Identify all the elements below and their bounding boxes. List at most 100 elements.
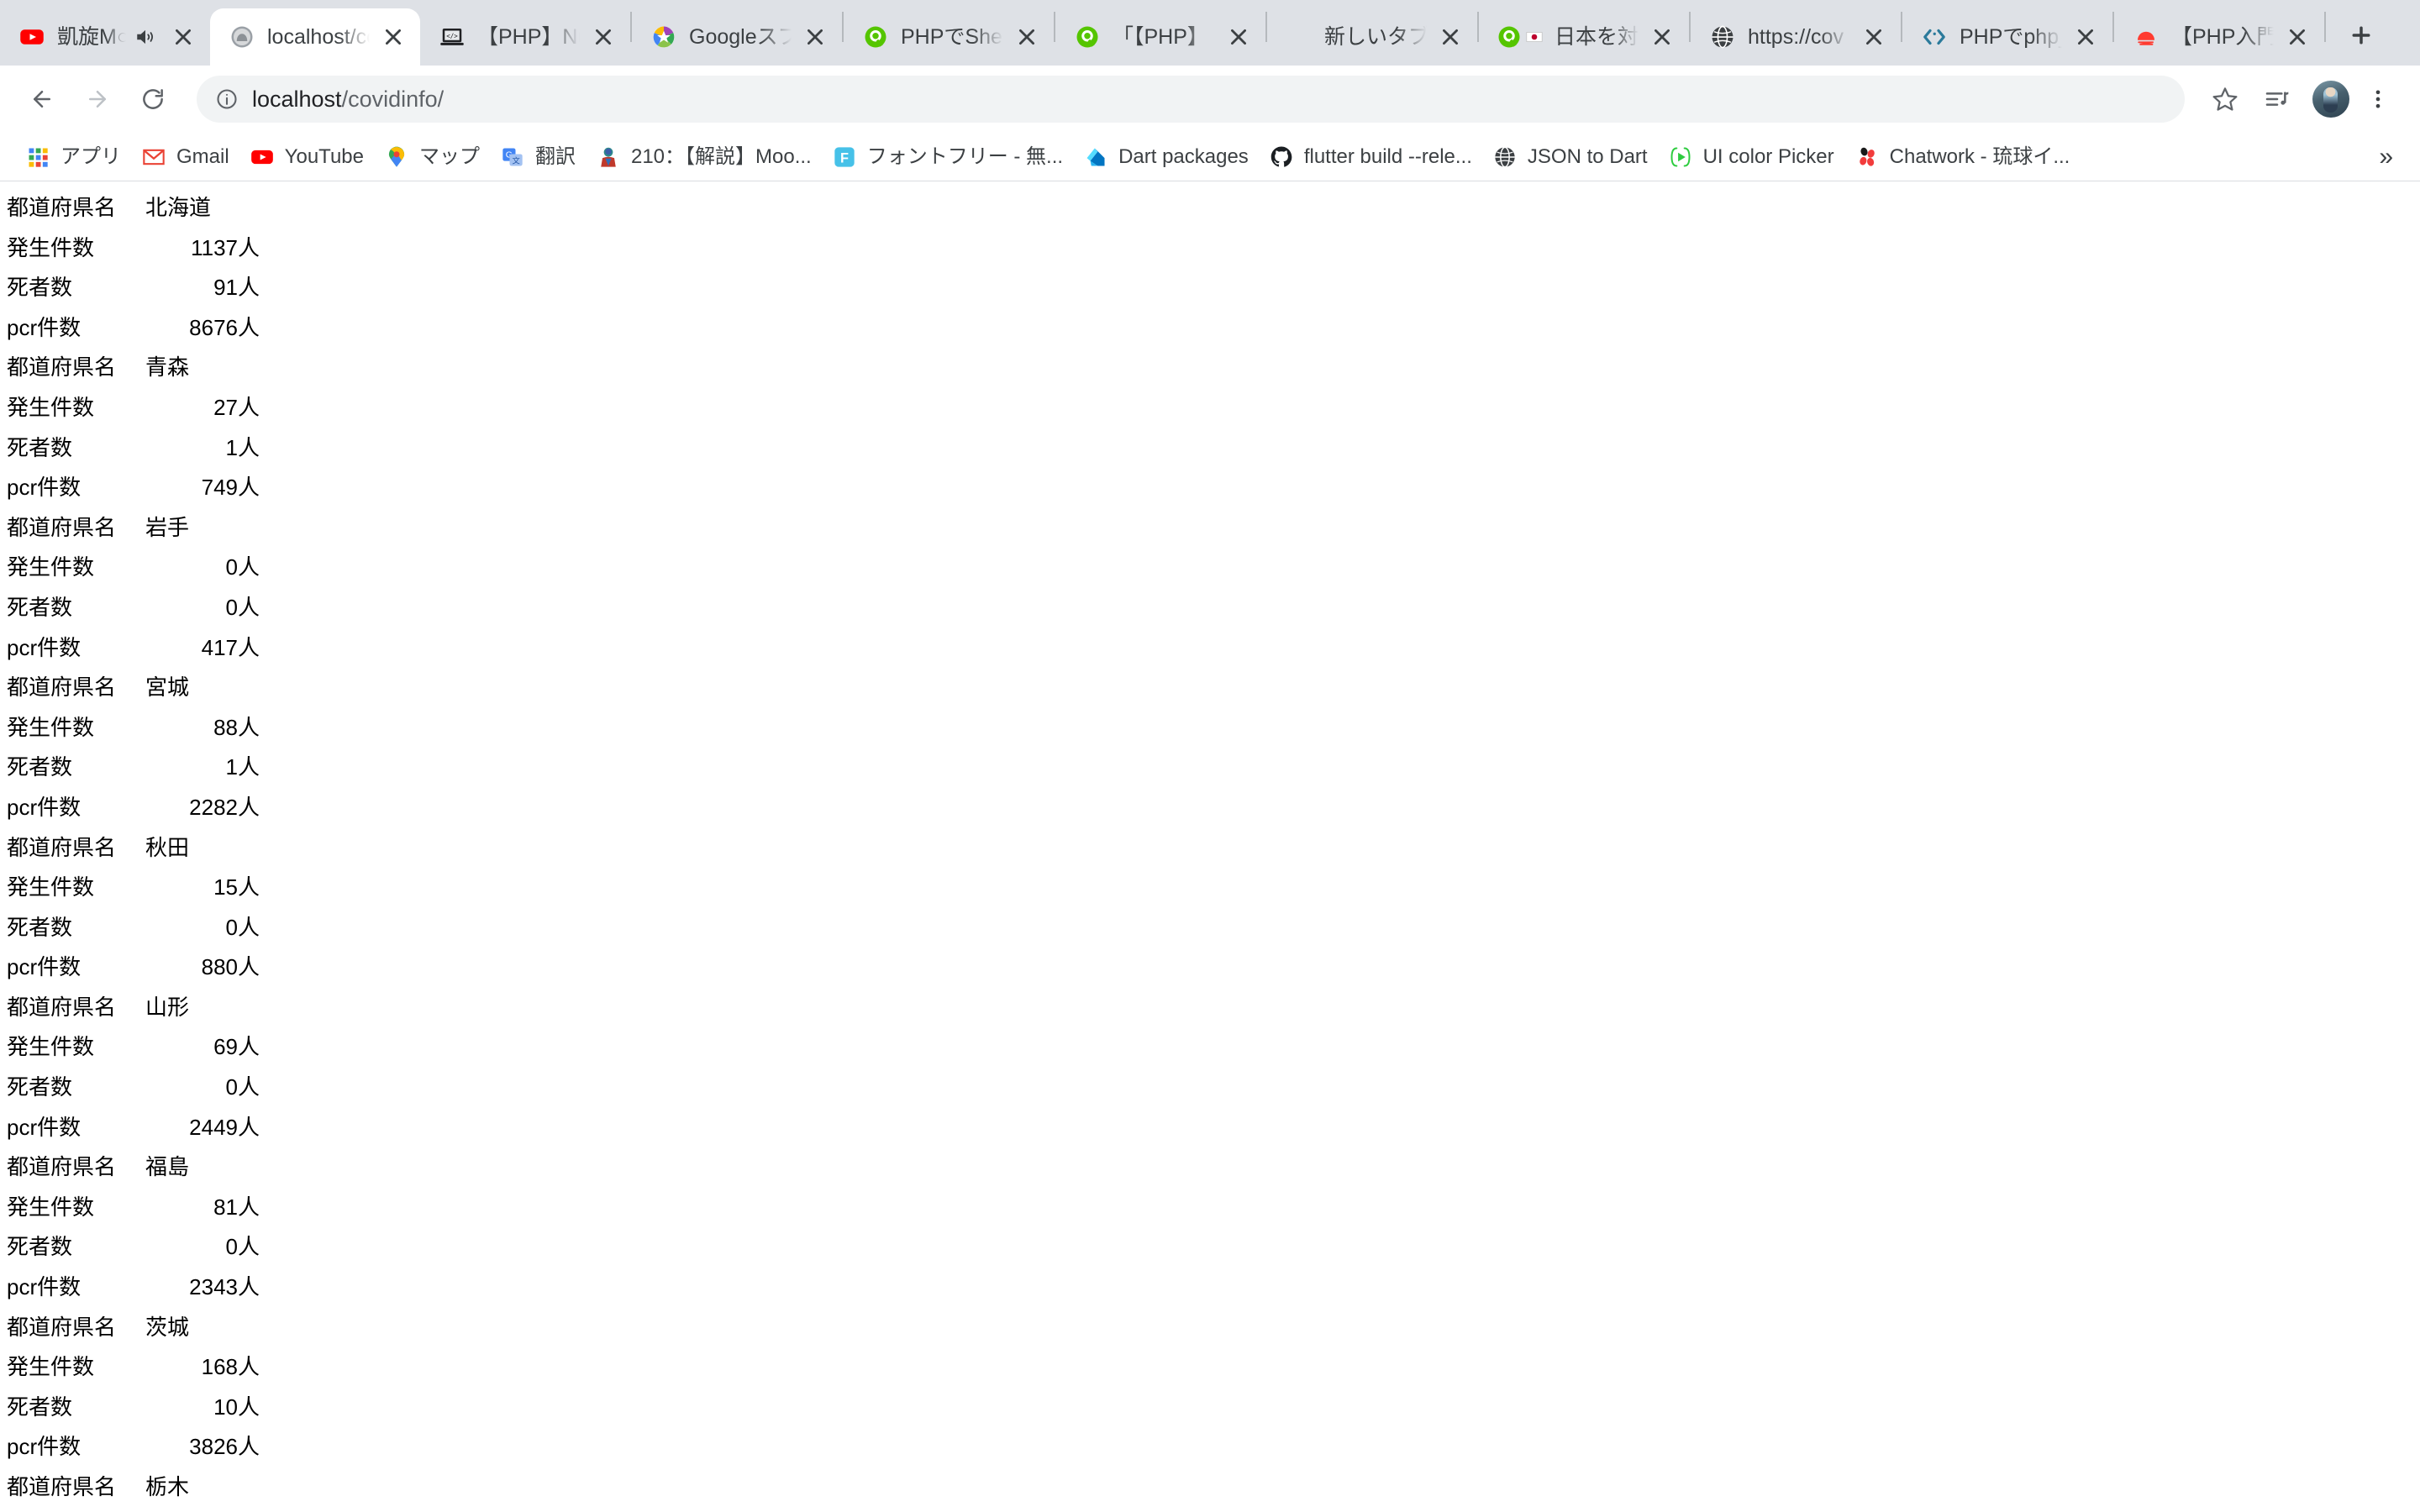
tab-close-icon[interactable] <box>378 22 408 52</box>
browser-window: 凱旋M○ localhost/covidinfo/ </> 【PHP】Nu Google… <box>0 0 2420 1512</box>
new-tab-button[interactable] <box>2338 12 2385 59</box>
browser-tab[interactable]: 新しいタブ <box>1267 8 1477 66</box>
browser-tab[interactable]: PHPでShel <box>844 8 1054 66</box>
info-row-label: 都道府県名 <box>7 1314 117 1340</box>
tab-close-icon[interactable] <box>588 22 618 52</box>
info-row-value: 2282 <box>189 794 238 820</box>
profile-avatar[interactable] <box>2312 81 2349 118</box>
info-row-prefecture: 都道府県名 栃木 <box>7 1467 2420 1508</box>
bookmark-item[interactable]: 210：【解説】Moo... <box>586 139 822 175</box>
bookmark-favicon: G文 <box>500 144 525 170</box>
bookmark-item[interactable]: アプリ <box>15 139 131 175</box>
info-row-label: pcr件数 <box>7 1114 82 1140</box>
browser-tab[interactable]: PHPでphp_ <box>1902 8 2112 66</box>
info-row-value: 88 <box>213 714 238 740</box>
covid-info-list: 都道府県名 北海道 発生件数 1137人 死者数 91人 pcr件数 8676人 都道府県名 青森… <box>0 181 2420 1508</box>
tab-favicon <box>229 24 255 50</box>
tab-favicon <box>2133 24 2160 50</box>
world-globe-icon <box>1493 145 1517 169</box>
info-row-value: 山形 <box>145 994 190 1020</box>
bookmark-star-icon[interactable] <box>2202 76 2249 123</box>
tab-close-icon[interactable] <box>1223 22 1254 52</box>
reload-button[interactable] <box>129 76 176 123</box>
tab-close-icon[interactable] <box>2282 22 2312 52</box>
tab-close-icon[interactable] <box>1435 22 1465 52</box>
address-bar[interactable]: localhost/covidinfo/ <box>197 76 2185 123</box>
bookmark-favicon <box>596 144 621 170</box>
tab-close-icon[interactable] <box>2070 22 2101 52</box>
info-row-label: 発生件数 <box>7 1194 95 1220</box>
info-row-value: 2343 <box>189 1274 238 1300</box>
toolbar-right-controls <box>2196 76 2402 123</box>
info-row-label: 都道府県名 <box>7 514 117 540</box>
info-row-cases: 発生件数 27人 <box>7 388 2420 428</box>
info-row-unit: 人 <box>238 1074 260 1100</box>
browser-tab[interactable]: 【PHP入門 <box>2114 8 2324 66</box>
bookmark-item[interactable]: UI color Picker <box>1658 139 1844 175</box>
media-control-icon[interactable] <box>2254 76 2301 123</box>
info-row-unit: 人 <box>238 794 260 820</box>
tab-title: 新しいタブ <box>1324 25 1427 49</box>
tab-favicon <box>1074 24 1101 50</box>
forward-button[interactable] <box>74 76 121 123</box>
bookmark-item[interactable]: flutter build --rele... <box>1259 139 1482 175</box>
bookmark-label: JSON to Dart <box>1527 144 1648 168</box>
info-row-cases: 発生件数 1137人 <box>7 228 2420 269</box>
red-sunrise-icon <box>2133 24 2159 50</box>
bookmark-favicon <box>1668 144 1693 170</box>
info-row-deaths: 死者数 0人 <box>7 1227 2420 1268</box>
info-row-unit: 人 <box>238 475 260 501</box>
info-row-prefecture: 都道府県名 福島 <box>7 1147 2420 1188</box>
bookmark-favicon <box>1083 144 1108 170</box>
bookmark-item[interactable]: Gmail <box>131 139 239 175</box>
info-row-prefecture: 都道府県名 秋田 <box>7 828 2420 869</box>
page-viewport: 都道府県名 北海道 発生件数 1137人 死者数 91人 pcr件数 8676人 都道府県名 青森… <box>0 181 2420 1512</box>
back-button[interactable] <box>18 76 66 123</box>
bookmark-item[interactable]: マップ <box>374 139 490 175</box>
info-row-pcr: pcr件数 749人 <box>7 468 2420 508</box>
bookmark-item[interactable]: Chatwork - 琉球イ... <box>1844 139 2081 175</box>
bookmark-item[interactable]: YouTube <box>239 139 374 175</box>
browser-tab[interactable]: 日本を対 <box>1479 8 1689 66</box>
bookmark-item[interactable]: JSON to Dart <box>1482 139 1658 175</box>
chrome-menu-icon[interactable] <box>2354 76 2402 123</box>
tab-audio-icon[interactable] <box>131 23 160 51</box>
tab-title: 「【PHP】 <box>1113 25 1208 49</box>
info-row-unit: 人 <box>238 714 260 740</box>
tab-active[interactable]: localhost/covidinfo/ <box>210 8 420 66</box>
info-row-value: 3826 <box>189 1434 238 1460</box>
bookmarks-overflow-button[interactable]: » <box>2367 143 2405 171</box>
tab-title: 【PHP】Nu <box>477 25 580 49</box>
bookmark-label: 翻訳 <box>534 144 576 168</box>
browser-tab[interactable]: </> 【PHP】Nu <box>420 8 630 66</box>
url-text[interactable]: localhost/covidinfo/ <box>252 84 444 114</box>
info-row-label: 発生件数 <box>7 554 95 580</box>
site-info-icon[interactable] <box>212 87 242 111</box>
info-row-value: 880 <box>201 954 238 980</box>
tab-close-icon[interactable] <box>1647 22 1677 52</box>
japan-flag-icon <box>1525 28 1544 46</box>
bookmark-item[interactable]: G 文翻訳 <box>490 139 586 175</box>
bookmark-item[interactable]: Dart packages <box>1073 139 1259 175</box>
info-row-deaths: 死者数 0人 <box>7 908 2420 948</box>
tab-close-icon[interactable] <box>168 22 198 52</box>
tab-title: PHPでphp_ <box>1960 25 2062 49</box>
browser-tab[interactable]: Googleスプ <box>632 8 842 66</box>
info-row-value: 417 <box>201 634 238 660</box>
tab-close-icon[interactable] <box>800 22 830 52</box>
info-row-value: 10 <box>213 1394 238 1420</box>
info-row-pcr: pcr件数 2343人 <box>7 1268 2420 1308</box>
info-row-cases: 発生件数 81人 <box>7 1188 2420 1228</box>
info-row-label: pcr件数 <box>7 634 82 660</box>
info-row-unit: 人 <box>238 874 260 900</box>
tab-close-icon[interactable] <box>1012 22 1042 52</box>
browser-tab[interactable]: https://cov <box>1691 8 1901 66</box>
bookmark-item[interactable]: F フォントフリー - 無... <box>822 139 1073 175</box>
browser-tab[interactable]: 凱旋M○ <box>0 8 210 66</box>
tab-favicon <box>1286 24 1313 50</box>
bookmark-label: flutter build --rele... <box>1303 144 1472 168</box>
browser-tab[interactable]: 「【PHP】 <box>1055 8 1265 66</box>
info-row-unit: 人 <box>238 1034 260 1060</box>
info-row-unit: 人 <box>238 954 260 980</box>
tab-close-icon[interactable] <box>1859 22 1889 52</box>
